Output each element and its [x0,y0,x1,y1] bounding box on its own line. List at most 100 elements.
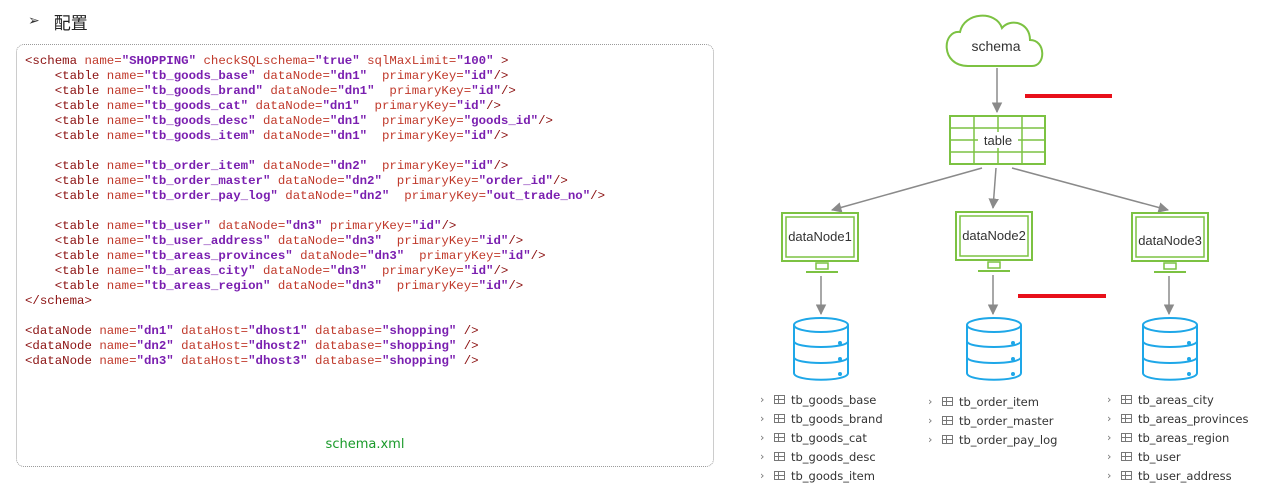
code-token: <table [25,84,107,98]
code-token: primaryKey= [367,114,464,128]
code-token: primaryKey= [367,69,464,83]
code-line: <table name="tb_user_address" dataNode="… [25,234,605,249]
code-token: primaryKey= [322,219,412,233]
code-token: primaryKey= [367,159,464,173]
chevron-right-icon[interactable]: › [1107,412,1121,425]
chevron-right-icon[interactable]: › [1107,469,1121,482]
code-token: primaryKey= [381,279,479,293]
code-token: <table [25,264,107,278]
code-token: dataNode= [270,234,345,248]
code-token: /> [456,354,479,368]
table-grid-icon [774,433,785,442]
code-token: <table [25,279,107,293]
table-grid-icon [942,435,953,444]
table-grid-icon [1121,433,1132,442]
table-grid-icon [774,471,785,480]
code-token: <table [25,99,107,113]
code-token: name= [106,159,144,173]
table-list-item[interactable]: › tb_order_pay_log [928,430,1057,449]
table-name: tb_user [1138,449,1181,464]
code-line: </schema> [25,294,605,309]
table-list-item[interactable]: › tb_user [1107,447,1248,466]
datanode2-label: dataNode2 [962,228,1026,243]
chevron-right-icon[interactable]: › [1107,431,1121,444]
code-token: "dhost3" [248,354,308,368]
table-grid-icon [1121,414,1132,423]
code-token: primaryKey= [367,264,464,278]
code-token: <table [25,189,107,203]
datanode1-table-list: › tb_goods_base › tb_goods_brand › tb_goods_c… [760,390,883,485]
table-list-item[interactable]: › tb_goods_base [760,390,883,409]
chevron-right-icon[interactable]: › [760,469,774,482]
code-token: "tb_areas_provinces" [143,249,293,263]
code-token: "dn1" [322,99,360,113]
table-list-item[interactable]: › tb_goods_item [760,466,883,485]
table-list-item[interactable]: › tb_areas_provinces [1107,409,1248,428]
code-line: <dataNode name="dn1" dataHost="dhost1" d… [25,324,605,339]
code-token: name= [99,339,137,353]
code-token: "id" [411,219,442,233]
code-line: <table name="tb_user" dataNode="dn3" pri… [25,219,605,234]
table-list-item[interactable]: › tb_areas_city [1107,390,1248,409]
code-token: "id" [478,234,509,248]
table-name: tb_user_address [1138,468,1232,483]
code-token: <table [25,129,107,143]
code-token: primaryKey= [367,129,464,143]
table-list-item[interactable]: › tb_user_address [1107,466,1248,485]
code-token: "tb_goods_cat" [143,99,249,113]
chevron-right-icon[interactable]: › [928,433,942,446]
section-title: 配置 [53,13,88,34]
database1-icon [793,317,849,381]
table-list-item[interactable]: › tb_order_master [928,411,1057,430]
table-grid-icon: table [949,115,1046,165]
code-token: "tb_user" [143,219,211,233]
schema-cloud-icon: schema [945,14,1044,67]
chevron-right-icon[interactable]: › [928,414,942,427]
code-token: dataNode= [255,129,330,143]
table-list-item[interactable]: › tb_goods_brand [760,409,883,428]
chevron-right-icon[interactable]: › [1107,393,1121,406]
table-list-item[interactable]: › tb_goods_desc [760,447,883,466]
chevron-right-icon[interactable]: › [760,450,774,463]
code-token: dataNode= [292,249,368,263]
code-token: dataNode= [262,84,338,98]
chevron-right-icon[interactable]: › [760,393,774,406]
code-token: <schema [25,54,85,68]
datanode3-label: dataNode3 [1138,233,1202,248]
code-token: dataNode= [255,159,330,173]
code-token: database= [307,324,382,338]
code-token: name= [99,354,137,368]
chevron-right-icon[interactable]: › [1107,450,1121,463]
code-line: <table name="tb_areas_city" dataNode="dn… [25,264,605,279]
code-token: /> [530,249,546,263]
code-token: /> [456,339,479,353]
table-name: tb_areas_city [1138,392,1214,407]
code-token: /> [493,129,509,143]
code-token: primaryKey= [404,249,501,263]
code-token: "dn2" [352,189,390,203]
code-token: "dhost2" [248,339,308,353]
code-token: name= [84,54,122,68]
code-token: <table [25,114,107,128]
chevron-right-icon[interactable]: › [760,431,774,444]
table-name: tb_goods_item [791,468,875,483]
code-token: "dn3" [344,234,382,248]
code-line: <dataNode name="dn3" dataHost="dhost3" d… [25,354,605,369]
code-token: dataHost= [173,324,249,338]
code-token: "shopping" [381,339,457,353]
code-token: primaryKey= [359,99,457,113]
chevron-right-icon[interactable]: › [928,395,942,408]
code-token: dataNode= [277,189,353,203]
code-line: <table name="tb_areas_provinces" dataNod… [25,249,605,264]
chevron-right-icon[interactable]: › [760,412,774,425]
table-list-item[interactable]: › tb_order_item [928,392,1057,411]
code-token: "dn2" [344,174,382,188]
table-list-item[interactable]: › tb_goods_cat [760,428,883,447]
table-name: tb_goods_desc [791,449,876,464]
code-token: "order_id" [478,174,553,188]
code-line: <table name="tb_goods_item" dataNode="dn… [25,129,605,144]
code-block: <schema name="SHOPPING" checkSQLschema="… [16,44,714,467]
code-token: dataNode= [270,279,345,293]
table-list-item[interactable]: › tb_areas_region [1107,428,1248,447]
code-token: primaryKey= [374,84,472,98]
